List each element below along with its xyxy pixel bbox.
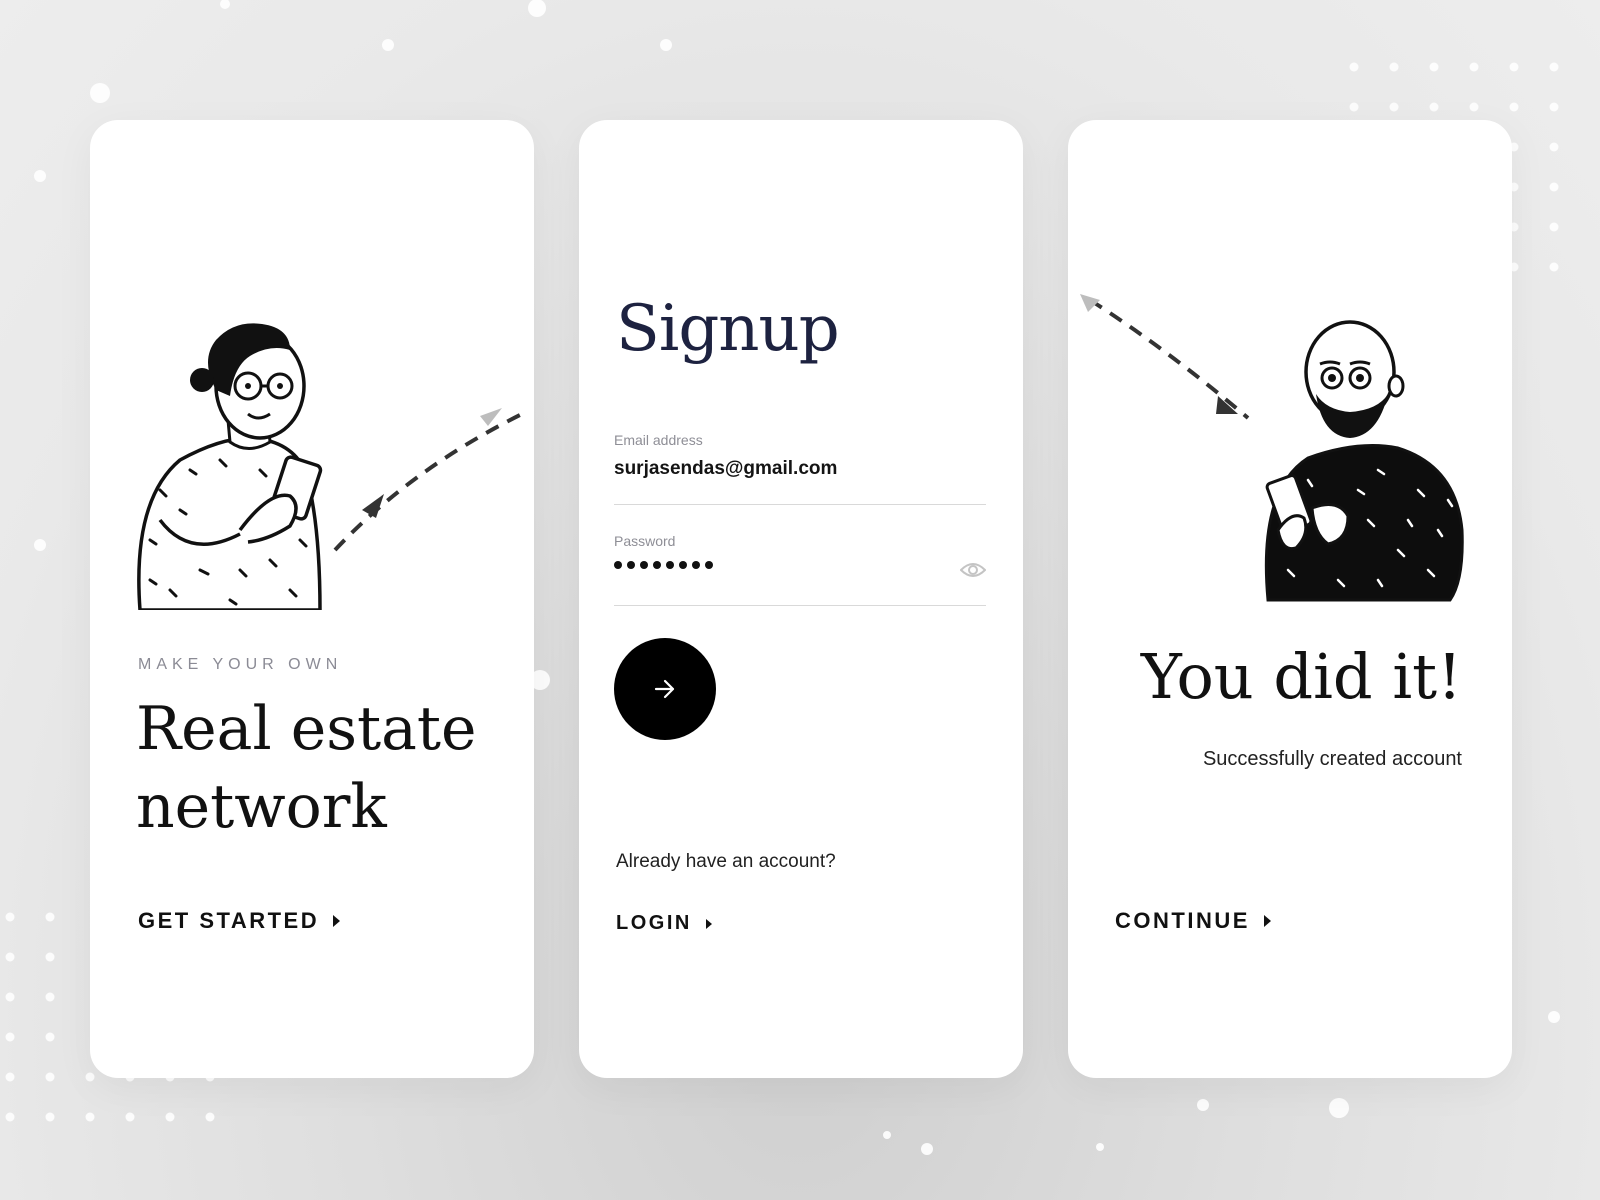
success-card: You did it! Successfully created account… [1068,120,1512,1078]
password-mask-dot [627,561,635,569]
password-mask-dot [614,561,622,569]
email-label: Email address [614,432,703,448]
title-line-2: network [136,772,387,842]
eyebrow-text: MAKE YOUR OWN [138,656,343,673]
man-with-phone-illustration [1080,294,1464,602]
continue-label: CONTINUE [1115,908,1250,933]
password-mask-dot [640,561,648,569]
password-input[interactable] [614,561,713,569]
get-started-label: GET STARTED [138,908,320,933]
success-title: You did it! [1140,640,1462,713]
password-mask-dot [705,561,713,569]
arrow-right-icon [654,679,675,699]
woman-with-phone-illustration [137,323,521,610]
password-mask-dot [679,561,687,569]
login-button[interactable]: LOGIN [616,912,712,935]
onboarding-card: MAKE YOUR OWN Real estate network GET ST… [90,120,534,1078]
email-field[interactable]: Email address [614,432,986,505]
submit-button[interactable] [614,638,716,740]
page-title: Real estate network [136,690,477,846]
caret-right-icon [333,915,341,927]
signup-title: Signup [616,292,840,366]
password-mask-dot [666,561,674,569]
password-label: Password [614,533,676,549]
password-mask-dot [692,561,700,569]
signup-card: Signup Email address Password Already ha… [579,120,1023,1078]
password-mask-dot [653,561,661,569]
title-line-1: Real estate [136,694,477,764]
get-started-button[interactable]: GET STARTED [138,908,341,934]
email-input[interactable] [614,458,934,480]
login-label: LOGIN [616,912,692,934]
password-field[interactable]: Password [614,533,986,606]
success-subtitle: Successfully created account [1202,748,1462,770]
already-account-text: Already have an account? [616,851,836,872]
caret-right-icon [705,918,712,929]
continue-button[interactable]: CONTINUE [1115,908,1271,934]
caret-right-icon [1263,915,1271,927]
eye-icon[interactable] [960,561,986,579]
